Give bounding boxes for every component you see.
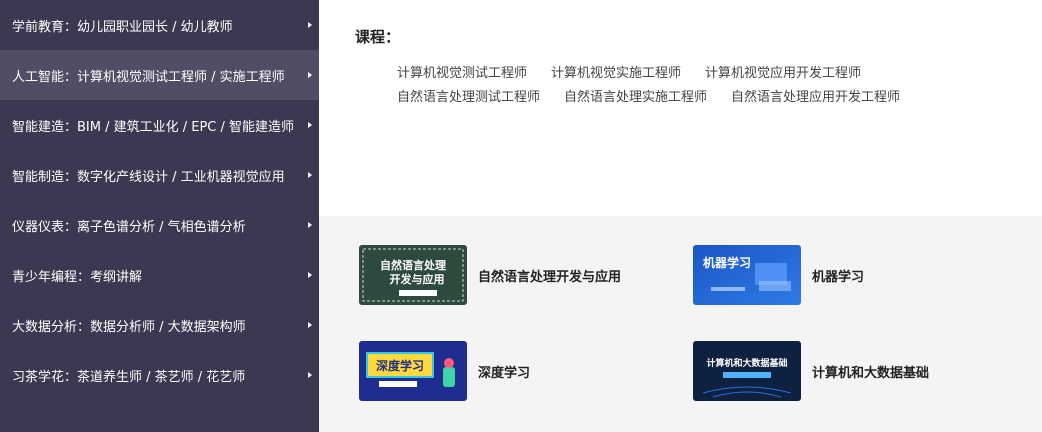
course-card-nlp[interactable]: 自然语言处理 开发与应用 自然语言处理开发与应用 (359, 245, 621, 305)
chevron-right-icon (308, 322, 312, 328)
sidebar-item-label: 智能建造：BIM / 建筑工业化 / EPC / 智能建造师 (12, 119, 295, 135)
sidebar-item-instruments[interactable]: 仪器仪表：离子色谱分析 / 气相色谱分析 (0, 200, 319, 250)
sidebar-item-artificial-intelligence[interactable]: 人工智能：计算机视觉测试工程师 / 实施工程师 (0, 50, 319, 100)
thumbnail-text: 开发与应用 (390, 272, 445, 286)
course-link[interactable]: 计算机视觉应用开发工程师 (705, 62, 861, 81)
chevron-right-icon (308, 122, 312, 128)
course-row: 计算机视觉测试工程师 计算机视觉实施工程师 计算机视觉应用开发工程师 (397, 59, 1017, 83)
sidebar-item-label: 人工智能：计算机视觉测试工程师 / 实施工程师 (12, 69, 285, 85)
course-link[interactable]: 自然语言处理实施工程师 (564, 86, 707, 105)
course-panel: 课程： 计算机视觉测试工程师 计算机视觉实施工程师 计算机视觉应用开发工程师 自… (319, 0, 1042, 432)
course-card-deep-learning[interactable]: 深度学习 深度学习 (359, 341, 530, 401)
category-sidebar: 学前教育：幼儿园职业园长 / 幼儿教师 人工智能：计算机视觉测试工程师 / 实施… (0, 0, 319, 432)
sidebar-item-tea-flower[interactable]: 习茶学花：茶道养生师 / 茶艺师 / 花艺师 (0, 350, 319, 400)
course-link[interactable]: 自然语言处理应用开发工程师 (731, 86, 900, 105)
course-thumbnail: 机器学习 (693, 245, 801, 305)
sidebar-item-intelligent-manufacturing[interactable]: 智能制造：数字化产线设计 / 工业机器视觉应用 (0, 150, 319, 200)
sidebar-item-big-data[interactable]: 大数据分析：数据分析师 / 大数据架构师 (0, 300, 319, 350)
sidebar-item-label: 习茶学花：茶道养生师 / 茶艺师 / 花艺师 (12, 369, 246, 385)
course-card-title: 机器学习 (812, 269, 865, 285)
sidebar-item-label: 青少年编程：考纲讲解 (12, 269, 143, 285)
course-link[interactable]: 计算机视觉实施工程师 (551, 62, 681, 81)
thumbnail-text: 机器学习 (703, 255, 751, 270)
chevron-right-icon (308, 72, 312, 78)
course-card-title: 自然语言处理开发与应用 (478, 269, 622, 285)
chevron-right-icon (308, 172, 312, 178)
thumbnail-text: 深度学习 (376, 358, 424, 373)
chevron-right-icon (308, 272, 312, 278)
course-thumbnail: 计算机和大数据基础 (693, 341, 801, 401)
course-links: 计算机视觉测试工程师 计算机视觉实施工程师 计算机视觉应用开发工程师 自然语言处… (397, 59, 1017, 107)
course-row: 自然语言处理测试工程师 自然语言处理实施工程师 自然语言处理应用开发工程师 (397, 83, 1017, 107)
sidebar-item-youth-programming[interactable]: 青少年编程：考纲讲解 (0, 250, 319, 300)
course-list-section: 课程： 计算机视觉测试工程师 计算机视觉实施工程师 计算机视觉应用开发工程师 自… (319, 0, 1042, 216)
chevron-right-icon (308, 372, 312, 378)
thumbnail-text: 计算机和大数据基础 (706, 357, 787, 369)
thumbnail-text: 自然语言处理 (380, 258, 446, 272)
chevron-right-icon (308, 22, 312, 28)
course-thumbnail: 深度学习 (359, 341, 467, 401)
course-link[interactable]: 计算机视觉测试工程师 (397, 62, 527, 81)
sidebar-item-label: 仪器仪表：离子色谱分析 / 气相色谱分析 (12, 219, 246, 235)
featured-courses: 自然语言处理 开发与应用 自然语言处理开发与应用 机器学习 机器学习 深度学习 … (319, 216, 1042, 432)
sidebar-item-preschool-education[interactable]: 学前教育：幼儿园职业园长 / 幼儿教师 (0, 0, 319, 50)
course-card-title: 深度学习 (478, 365, 531, 381)
course-card-title: 计算机和大数据基础 (812, 365, 930, 381)
sidebar-item-intelligent-construction[interactable]: 智能建造：BIM / 建筑工业化 / EPC / 智能建造师 (0, 100, 319, 150)
sidebar-item-label: 智能制造：数字化产线设计 / 工业机器视觉应用 (12, 169, 285, 185)
course-card-machine-learning[interactable]: 机器学习 机器学习 (693, 245, 864, 305)
sidebar-item-label: 学前教育：幼儿园职业园长 / 幼儿教师 (12, 19, 233, 35)
course-link[interactable]: 自然语言处理测试工程师 (397, 86, 540, 105)
sidebar-item-label: 大数据分析：数据分析师 / 大数据架构师 (12, 319, 246, 335)
course-card-computer-big-data[interactable]: 计算机和大数据基础 计算机和大数据基础 (693, 341, 929, 401)
courses-heading: 课程： (355, 28, 401, 46)
chevron-right-icon (308, 222, 312, 228)
course-thumbnail: 自然语言处理 开发与应用 (359, 245, 467, 305)
